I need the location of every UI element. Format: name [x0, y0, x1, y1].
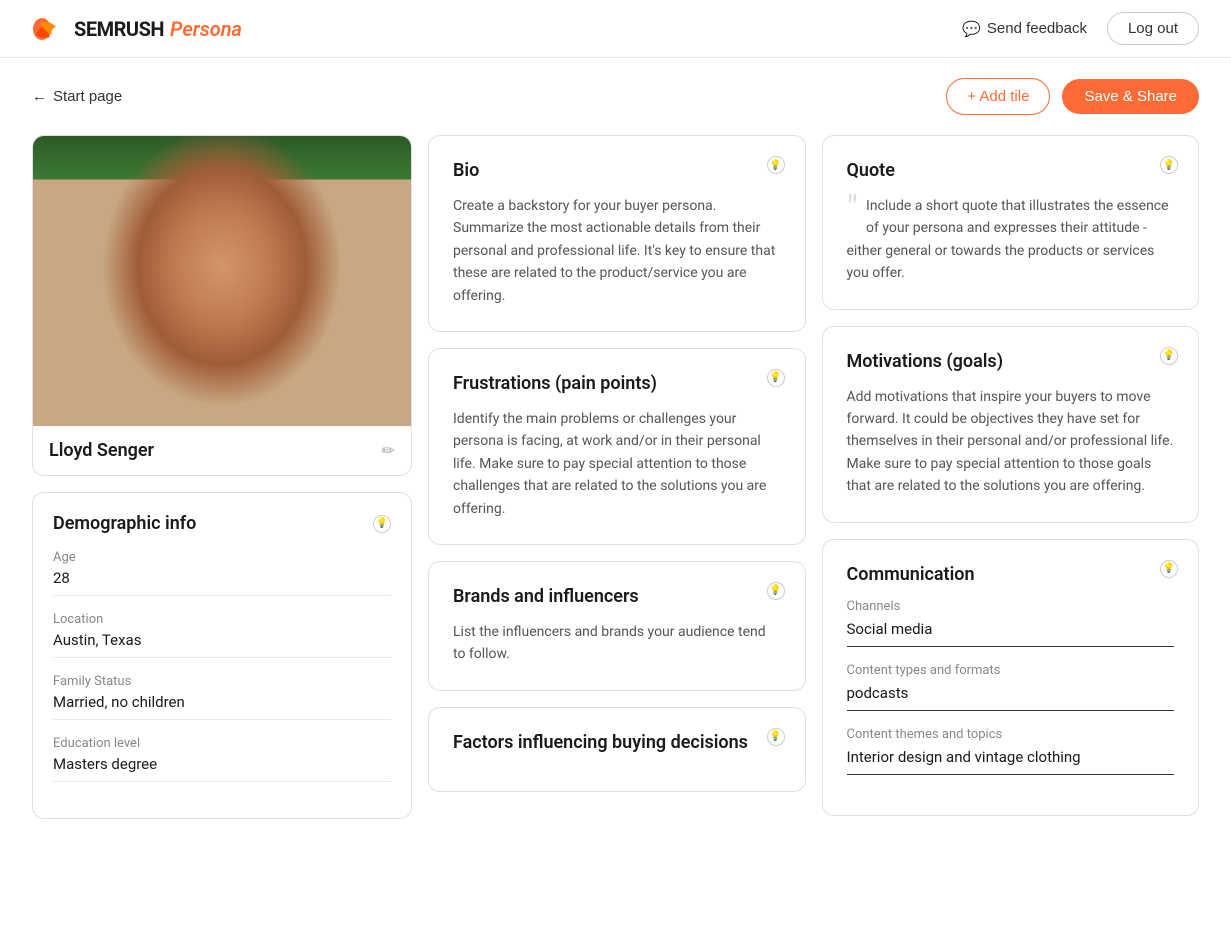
edit-icon[interactable]: ✏	[382, 441, 395, 460]
start-page-label: Start page	[53, 88, 122, 105]
quote-mark-icon: "	[847, 191, 859, 227]
demographic-card: Demographic info 💡 Age 28 Location Austi…	[32, 492, 412, 819]
profile-image	[33, 136, 411, 426]
content-themes-label: Content themes and topics	[847, 727, 1175, 742]
content-types-field: Content types and formats podcasts	[847, 663, 1175, 711]
quote-body: " Include a short quote that illustrates…	[847, 195, 1175, 285]
start-page-button[interactable]: ← Start page	[32, 88, 122, 105]
left-column: Lloyd Senger ✏ Demographic info 💡 Age 28…	[32, 135, 412, 819]
quote-hint-icon[interactable]: 💡	[1160, 156, 1178, 174]
factors-card: 💡 Factors influencing buying decisions	[428, 707, 806, 792]
demographic-title-row: Demographic info 💡	[53, 513, 391, 534]
header: SEMRUSH Persona 💬 Send feedback Log out	[0, 0, 1231, 58]
motivations-body: Add motivations that inspire your buyers…	[847, 386, 1175, 498]
bio-hint-icon[interactable]: 💡	[767, 156, 785, 174]
profile-card: Lloyd Senger ✏	[32, 135, 412, 476]
toolbar-actions: + Add tile Save & Share	[946, 78, 1199, 115]
brands-title: Brands and influencers	[453, 586, 781, 607]
communication-hint-icon[interactable]: 💡	[1160, 560, 1178, 578]
factors-hint-icon[interactable]: 💡	[767, 728, 785, 746]
channels-field: Channels Social media	[847, 599, 1175, 647]
profile-name: Lloyd Senger	[49, 440, 154, 461]
channels-value: Social media	[847, 620, 1175, 647]
middle-column: 💡 Bio Create a backstory for your buyer …	[428, 135, 806, 792]
bio-card: 💡 Bio Create a backstory for your buyer …	[428, 135, 806, 332]
family-value: Married, no children	[53, 693, 391, 720]
age-field: Age 28	[53, 550, 391, 596]
chat-icon: 💬	[962, 20, 981, 38]
add-tile-button[interactable]: + Add tile	[946, 78, 1050, 115]
content-themes-value: Interior design and vintage clothing	[847, 748, 1175, 775]
quote-card: 💡 Quote " Include a short quote that ill…	[822, 135, 1200, 310]
age-value: 28	[53, 569, 391, 596]
logo-area: SEMRUSH Persona	[32, 17, 242, 41]
semrush-logo-icon	[32, 17, 68, 41]
logo-semrush-text: SEMRUSH	[74, 17, 164, 41]
age-label: Age	[53, 550, 391, 565]
header-right: 💬 Send feedback Log out	[962, 12, 1199, 45]
family-label: Family Status	[53, 674, 391, 689]
demographic-title: Demographic info	[53, 513, 196, 534]
toolbar: ← Start page + Add tile Save & Share	[0, 58, 1231, 135]
communication-card: 💡 Communication Channels Social media Co…	[822, 539, 1200, 816]
communication-title: Communication	[847, 564, 1175, 585]
brands-card: 💡 Brands and influencers List the influe…	[428, 561, 806, 691]
content-themes-field: Content themes and topics Interior desig…	[847, 727, 1175, 775]
profile-face	[33, 136, 411, 426]
motivations-title: Motivations (goals)	[847, 351, 1175, 372]
profile-name-row: Lloyd Senger ✏	[33, 426, 411, 475]
feedback-button[interactable]: 💬 Send feedback	[962, 20, 1087, 38]
frustrations-hint-icon[interactable]: 💡	[767, 369, 785, 387]
frustrations-title: Frustrations (pain points)	[453, 373, 781, 394]
right-column: 💡 Quote " Include a short quote that ill…	[822, 135, 1200, 816]
brands-body: List the influencers and brands your aud…	[453, 621, 781, 666]
education-field: Education level Masters degree	[53, 736, 391, 782]
bio-title: Bio	[453, 160, 781, 181]
frustrations-card: 💡 Frustrations (pain points) Identify th…	[428, 348, 806, 545]
content-types-label: Content types and formats	[847, 663, 1175, 678]
location-value: Austin, Texas	[53, 631, 391, 658]
location-field: Location Austin, Texas	[53, 612, 391, 658]
quote-body-text: Include a short quote that illustrates t…	[847, 198, 1169, 281]
arrow-left-icon: ←	[32, 88, 47, 105]
demographic-hint-icon[interactable]: 💡	[373, 515, 391, 533]
motivations-hint-icon[interactable]: 💡	[1160, 347, 1178, 365]
main-content: Lloyd Senger ✏ Demographic info 💡 Age 28…	[0, 135, 1231, 851]
factors-title: Factors influencing buying decisions	[453, 732, 781, 753]
logout-button[interactable]: Log out	[1107, 12, 1199, 45]
location-label: Location	[53, 612, 391, 627]
channels-label: Channels	[847, 599, 1175, 614]
content-types-value: podcasts	[847, 684, 1175, 711]
family-field: Family Status Married, no children	[53, 674, 391, 720]
feedback-label: Send feedback	[987, 20, 1087, 37]
bio-body: Create a backstory for your buyer person…	[453, 195, 781, 307]
education-value: Masters degree	[53, 755, 391, 782]
logo-persona-text: Persona	[170, 17, 242, 41]
quote-title: Quote	[847, 160, 1175, 181]
education-label: Education level	[53, 736, 391, 751]
save-share-button[interactable]: Save & Share	[1062, 79, 1199, 114]
motivations-card: 💡 Motivations (goals) Add motivations th…	[822, 326, 1200, 523]
frustrations-body: Identify the main problems or challenges…	[453, 408, 781, 520]
brands-hint-icon[interactable]: 💡	[767, 582, 785, 600]
